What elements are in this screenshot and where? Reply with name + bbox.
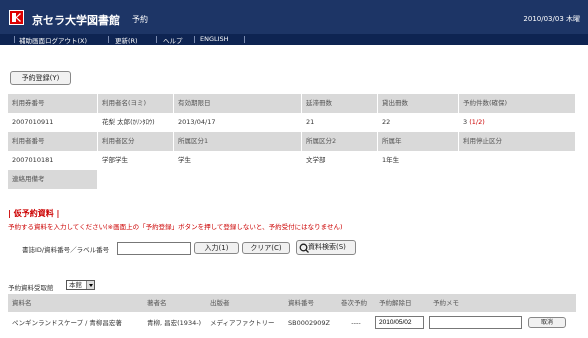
menu-bar: 補助画面ログアウト(X) 更新(R) ヘルプ ENGLISH (0, 34, 588, 45)
overdue-count-value: 21 (302, 113, 378, 132)
table-header-row: 資料名 著者名 出版者 資料番号 巻次予約 予約解除日 予約メモ (8, 294, 576, 312)
receive-library-select[interactable]: 本館 (66, 280, 95, 290)
col-volume-header: 巻次予約 (337, 294, 375, 312)
user-info-header-row-2: 利用者番号 利用者区分 所属区分1 所属区分2 所属年 利用停止区分 (8, 132, 576, 151)
reserve-warning: 予約する資料を入力してください(※画面上の「予約登録」ボタンを押して登録しないと… (8, 223, 343, 231)
item-input-label: 書誌ID/資料番号／ラベル番号 (22, 246, 110, 254)
item-search-button[interactable]: 資料検索(S) (296, 240, 356, 255)
menu-refresh[interactable]: 更新(R) (115, 35, 138, 45)
col-memo-header: 予約メモ (429, 294, 576, 312)
affiliation1-value: 学生 (174, 151, 302, 170)
card-number-value: 2007010911 (8, 113, 98, 132)
affiliation2-header: 所属区分2 (302, 132, 378, 151)
col-cancel-date-header: 予約解除日 (375, 294, 429, 312)
reserve-count-number: 3 (463, 118, 468, 126)
page-subtitle: 予約 (132, 15, 148, 24)
user-info-value-row-2: 2007010181 学部学生 学生 文学部 1年生 (8, 151, 576, 170)
user-info-header-row: 利用券番号 利用者名(ヨミ) 有効期限日 延滞冊数 貸出冊数 予約件数(確保) (8, 94, 576, 113)
affiliation1-header: 所属区分1 (174, 132, 302, 151)
cancel-button[interactable]: 取消 (528, 317, 566, 328)
site-title: 京セラ大学図書館 (32, 14, 120, 27)
user-number-header: 利用者番号 (8, 132, 98, 151)
expiry-date-header: 有効期限日 (174, 94, 302, 113)
suspension-value (459, 151, 576, 170)
menu-english[interactable]: ENGLISH (200, 35, 229, 43)
user-info-grid: 利用券番号 利用者名(ヨミ) 有効期限日 延滞冊数 貸出冊数 予約件数(確保) … (8, 94, 576, 189)
expiry-date-value: 2013/04/17 (174, 113, 302, 132)
user-name-header: 利用者名(ヨミ) (98, 94, 174, 113)
contact-note-value (98, 170, 576, 189)
chevron-down-icon (86, 281, 94, 289)
col-title-header: 資料名 (8, 294, 143, 312)
row-volume: ---- (351, 319, 361, 327)
menu-help[interactable]: ヘルプ (163, 35, 183, 45)
reserve-register-button[interactable]: 予約登録(Y) (10, 71, 71, 85)
item-number-input[interactable] (117, 242, 191, 255)
clear-button[interactable]: クリア(C) (242, 242, 290, 254)
card-number-header: 利用券番号 (8, 94, 98, 113)
receive-library-label: 予約資料受取館 (8, 284, 54, 292)
search-icon (299, 243, 309, 253)
affiliation-year-header: 所属年 (378, 132, 459, 151)
row-title: ペンギンランドスケープ / 青柳昌宏著 (12, 319, 122, 327)
reserve-count-value: 3 (1/2) (459, 113, 576, 132)
affiliation-year-value: 1年生 (378, 151, 459, 170)
row-item-no: SB0002909Z (288, 319, 330, 327)
affiliation2-value: 文学部 (302, 151, 378, 170)
reserve-items-table: 資料名 著者名 出版者 資料番号 巻次予約 予約解除日 予約メモ ペンギンランド… (8, 294, 576, 334)
overdue-count-header: 延滞冊数 (302, 94, 378, 113)
menu-divider (108, 36, 109, 43)
current-date: 2010/03/03 木曜 (523, 15, 580, 23)
row-publisher: メディアファクトリー (210, 319, 275, 327)
reserve-count-reserved: (1/2) (469, 118, 485, 126)
menu-logout[interactable]: 補助画面ログアウト(X) (19, 35, 87, 45)
user-info-value-row: 2007010911 花梨 太郎(ｶﾘﾝﾀﾛｳ) 2013/04/17 21 2… (8, 113, 576, 132)
user-category-header: 利用者区分 (98, 132, 174, 151)
menu-divider (244, 36, 245, 43)
cancel-date-input[interactable] (375, 316, 424, 329)
contact-note-header: 連絡用備考 (8, 170, 98, 189)
receive-library-value: 本館 (69, 281, 82, 289)
row-author: 青柳, 昌宏(1934-) (147, 319, 202, 327)
menu-divider (156, 36, 157, 43)
loan-count-header: 貸出冊数 (378, 94, 459, 113)
col-author-header: 著者名 (143, 294, 206, 312)
table-row: ペンギンランドスケープ / 青柳昌宏著 青柳, 昌宏(1934-) メディアファ… (8, 312, 576, 334)
user-category-value: 学部学生 (98, 151, 174, 170)
col-item-no-header: 資料番号 (284, 294, 337, 312)
suspension-header: 利用停止区分 (459, 132, 576, 151)
user-name-value: 花梨 太郎(ｶﾘﾝﾀﾛｳ) (98, 113, 174, 132)
memo-input[interactable] (429, 316, 522, 329)
item-search-label: 資料検索(S) (308, 243, 346, 251)
enter-button[interactable]: 入力(1) (194, 242, 239, 254)
menu-divider (194, 36, 195, 43)
contact-note-row: 連絡用備考 (8, 170, 576, 189)
app-header: 京セラ大学図書館 予約 2010/03/03 木曜 (0, 0, 588, 34)
reserve-count-header: 予約件数(確保) (459, 94, 576, 113)
kyocera-logo-icon (9, 10, 24, 25)
col-publisher-header: 出版者 (206, 294, 284, 312)
menu-divider (14, 36, 15, 43)
user-number-value: 2007010181 (8, 151, 98, 170)
section-title: | 仮予約資料 | (8, 209, 60, 218)
loan-count-value: 22 (378, 113, 459, 132)
